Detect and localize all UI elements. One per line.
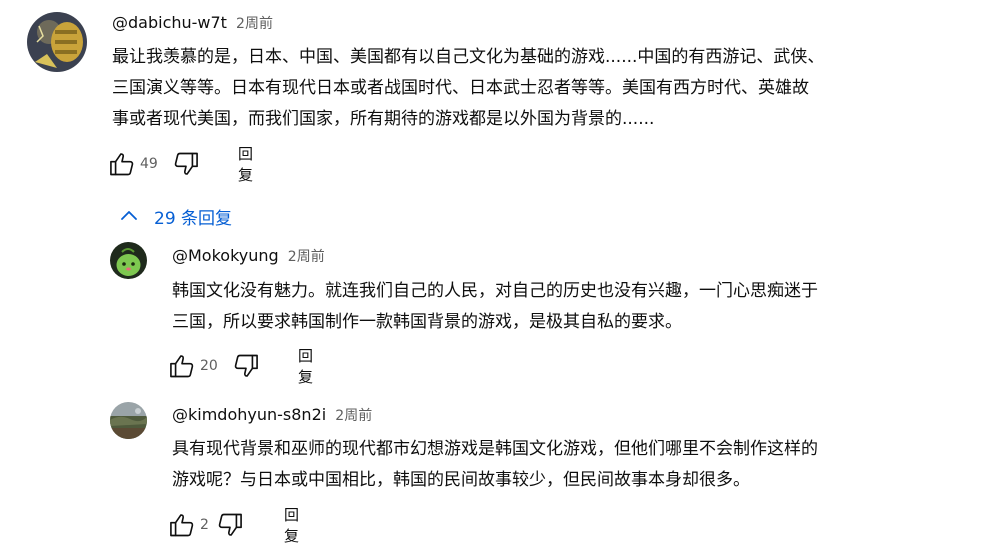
thumb-up-icon [170,514,194,537]
reply-button[interactable]: 回复 [284,504,303,546]
author-name[interactable]: @kimdohyun-s8n2i [172,405,326,424]
thumb-up-icon [170,355,194,378]
reply-button[interactable]: 回复 [238,143,257,185]
thumb-down-icon [174,152,198,175]
comment-timestamp[interactable]: 2周前 [288,249,325,265]
chevron-up-icon [118,205,140,227]
like-count: 20 [200,358,218,374]
comment-header: @Mokokyung 2周前 [172,246,325,267]
comment-text-line: 游戏呢？与日本或中国相比，韩国的民间故事较少，但民间故事本身却很多。 [172,470,750,490]
comment-actions: 49 回复 [108,145,257,184]
comment-text: 韩国文化没有魅力。就连我们自己的人民，对自己的历史也没有兴趣，一门心思痴迷于 三… [172,276,982,338]
comment-text-line: 三国，所以要求韩国制作一款韩国背景的游戏，是极其自私的要求。 [172,312,682,332]
comment-timestamp[interactable]: 2周前 [236,16,273,32]
thumb-up-icon [110,153,134,176]
avatar[interactable] [27,12,87,72]
like-count: 49 [140,156,158,172]
thumb-down-icon [234,354,258,377]
comment-actions: 2 回复 [168,506,303,545]
dislike-button[interactable] [232,351,260,381]
dislike-button[interactable] [172,149,200,179]
author-name[interactable]: @dabichu-w7t [112,13,227,32]
reply-button[interactable]: 回复 [298,345,317,387]
like-button[interactable] [108,149,136,179]
like-count: 2 [200,517,209,533]
comment-text: 最让我羡慕的是，日本、中国、美国都有以自己文化为基础的游戏......中国的有西… [112,42,982,135]
comment-text-line: 具有现代背景和巫师的现代都市幻想游戏是韩国文化游戏，但他们哪里不会制作这样的 [172,439,818,459]
comment-text-line: 韩国文化没有魅力。就连我们自己的人民，对自己的历史也没有兴趣，一门心思痴迷于 [172,281,818,301]
like-button[interactable] [168,351,196,381]
dislike-button[interactable] [216,510,244,540]
comment-text-line: 三国演义等等。日本有现代日本或者战国时代、日本武士忍者等等。美国有西方时代、英雄… [112,78,809,98]
comment-actions: 20 回复 [168,347,317,386]
replies-toggle-button[interactable]: 29 条回复 [118,203,232,229]
like-button[interactable] [168,510,196,540]
comment-header: @kimdohyun-s8n2i 2周前 [172,405,372,426]
thumb-down-icon [218,513,242,536]
comment-text-line: 事或者现代美国，而我们国家，所有期待的游戏都是以外国为背景的...... [112,109,655,129]
author-name[interactable]: @Mokokyung [172,246,279,265]
avatar[interactable] [110,402,147,439]
avatar[interactable] [110,242,147,279]
comment-text: 具有现代背景和巫师的现代都市幻想游戏是韩国文化游戏，但他们哪里不会制作这样的 游… [172,434,982,496]
comment-header: @dabichu-w7t 2周前 [112,13,273,34]
replies-count-label: 29 条回复 [154,208,233,229]
comment-timestamp[interactable]: 2周前 [335,408,372,424]
comment-text-line: 最让我羡慕的是，日本、中国、美国都有以自己文化为基础的游戏......中国的有西… [112,47,825,67]
